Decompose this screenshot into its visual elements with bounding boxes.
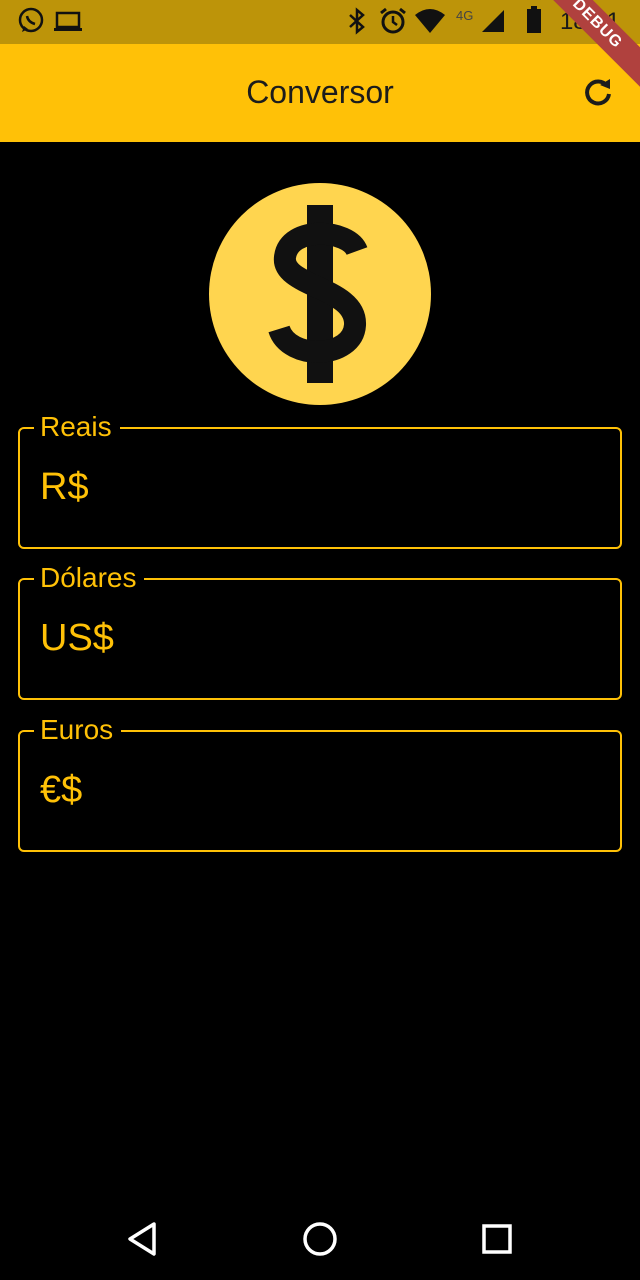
alarm-icon: [378, 6, 408, 36]
dolares-field[interactable]: Dólares US$: [18, 562, 622, 700]
dollar-coin-icon: [209, 183, 431, 405]
whatsapp-icon: [16, 6, 46, 36]
dolares-prefix: US$: [40, 617, 114, 659]
network-type-label: 4G: [456, 8, 474, 23]
navigation-bar: [0, 1190, 640, 1280]
laptop-icon: [54, 6, 82, 36]
reais-field[interactable]: Reais R$: [18, 411, 622, 549]
home-icon[interactable]: [297, 1216, 343, 1262]
status-bar: 4G 18:01: [0, 0, 640, 44]
refresh-button[interactable]: [576, 72, 620, 116]
back-icon[interactable]: [120, 1216, 166, 1262]
euros-field-label: Euros: [34, 714, 122, 746]
recents-icon[interactable]: [474, 1216, 520, 1262]
page-title: Conversor: [246, 74, 394, 110]
signal-icon: [480, 6, 506, 36]
reais-input[interactable]: [130, 465, 600, 509]
bluetooth-icon: [346, 6, 368, 36]
euros-field[interactable]: Euros €$: [18, 714, 622, 852]
battery-icon: [526, 6, 542, 36]
euros-input[interactable]: [130, 768, 600, 812]
app-bar: Conversor: [0, 44, 640, 142]
dolares-field-label: Dólares: [34, 562, 145, 594]
dolares-input[interactable]: [150, 616, 600, 660]
euros-prefix: €$: [40, 769, 83, 811]
refresh-icon: [581, 75, 615, 114]
reais-prefix: R$: [40, 466, 89, 508]
wifi-icon: [414, 6, 446, 36]
reais-field-label: Reais: [34, 411, 120, 443]
